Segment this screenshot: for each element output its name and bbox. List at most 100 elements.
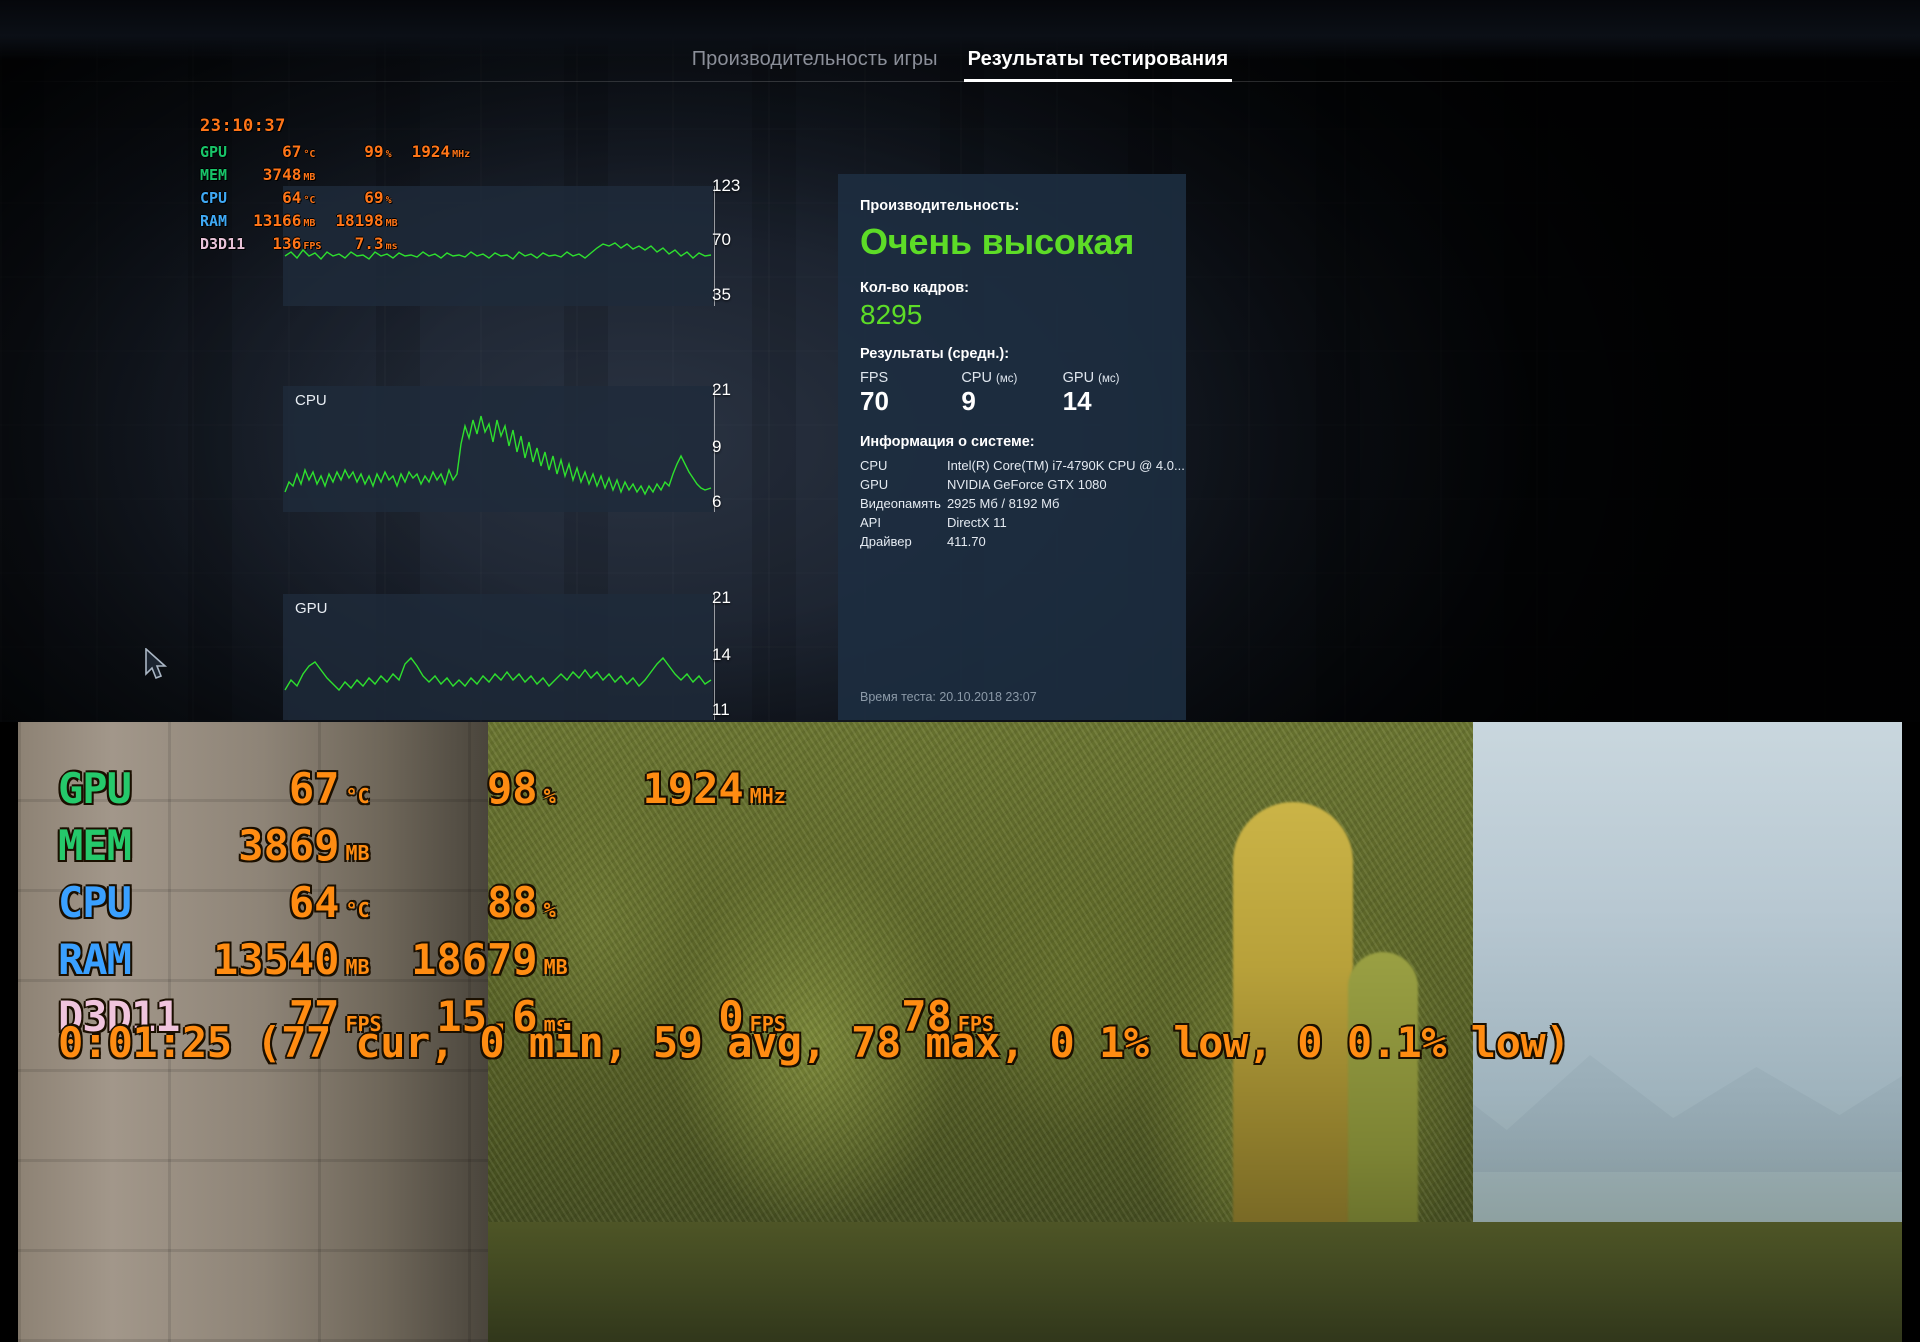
osd-small-gpu-temp-unit: °C (303, 149, 316, 160)
sysinfo-key-gpu: GPU (860, 477, 889, 492)
performance-verdict: Очень высокая (860, 221, 1135, 262)
osd-small-gpu-clock-unit: MHz (452, 149, 471, 160)
average-results-row: FPS 70 CPU (мс) 9 GPU (мс) 14 (860, 370, 1164, 416)
osd-small-fps: 136 (272, 234, 302, 253)
osd-big-label-gpu: GPU (58, 764, 132, 813)
gpu-graph-box: GPU (283, 594, 713, 720)
osd-small-gpu-clock: 1924 (411, 142, 451, 161)
osd-small-row-d3d11: D3D11 136 FPS 7.3 ms (200, 234, 484, 257)
fps-graph-tick-max: 123 (712, 176, 741, 195)
frames-count-label: Кол-во кадров: (860, 280, 969, 296)
metric-gpu: GPU (мс) 14 (1063, 370, 1164, 416)
osd-big-row-mem: MEM 3869 MB (58, 821, 1020, 878)
performance-label: Производительность: (860, 198, 1020, 214)
osd-small-mem-unit: MB (303, 172, 316, 183)
tab-game-performance[interactable]: Производительность игры (688, 46, 942, 82)
osd-big-ram-total-unit: MB (543, 955, 568, 979)
sysinfo-value-vram: 2925 Мб / 8192 Мб (946, 496, 1060, 511)
osd-big-label-mem: MEM (58, 821, 132, 870)
sysinfo-key-driver: Драйвер (860, 534, 912, 549)
ground (458, 1222, 1902, 1342)
osd-small-frametime: 7.3 (354, 234, 384, 253)
osd-big-table: GPU 67 °C 98 % 1924 MHz MEM 3869 MB CPU … (58, 764, 1020, 1049)
osd-big-label-ram: RAM (58, 935, 132, 984)
metric-cpu-name: CPU (мс) (961, 370, 1062, 386)
osd-benchmark-summary: 0:01:25 (77 cur, 0 min, 59 avg, 78 max, … (58, 1018, 1570, 1067)
osd-big-mem-unit: MB (345, 841, 370, 865)
osd-overlay-small: 23:10:37 GPU 67 °C 99 % 1924 MHz MEM 374… (200, 116, 484, 257)
osd-small-row-gpu: GPU 67 °C 99 % 1924 MHz (200, 142, 484, 165)
sysinfo-key-api: API (860, 515, 881, 530)
system-info-table: CPU Intel(R) Core(TM) i7-4790K CPU @ 4.0… (860, 456, 1185, 551)
metric-gpu-name-text: GPU (1062, 370, 1095, 386)
letterbox-right (1902, 722, 1920, 1342)
osd-big-row-ram: RAM 13540 MB 18679 MB (58, 935, 1020, 992)
cpu-graph-box: CPU (283, 386, 713, 512)
osd-small-cpu-temp-unit: °C (303, 195, 316, 206)
gpu-graph-line (284, 656, 712, 692)
gpu-graph-title: GPU (295, 600, 328, 617)
tabbar: Производительность игры Результаты тести… (0, 46, 1920, 82)
osd-small-label-mem: MEM (200, 166, 228, 184)
osd-big-ram-used-unit: MB (345, 955, 370, 979)
osd-big-cpu-temp: 64 (288, 878, 340, 927)
metric-fps-name-text: FPS (860, 370, 889, 386)
metric-cpu-unit: (мс) (995, 373, 1018, 385)
osd-small-cpu-load-unit: % (385, 195, 392, 206)
osd-small-fps-unit: FPS (303, 241, 322, 252)
osd-big-gpu-clock-unit: MHz (749, 784, 786, 808)
metric-gpu-unit: (мс) (1098, 373, 1120, 385)
osd-small-table: GPU 67 °C 99 % 1924 MHz MEM 3748 MB CPU … (200, 142, 484, 257)
gpu-graph-tick-mid: 14 (712, 645, 731, 664)
osd-small-label-cpu: CPU (200, 189, 228, 207)
osd-small-label-d3d11: D3D11 (200, 235, 246, 253)
tab-test-results[interactable]: Результаты тестирования (963, 46, 1233, 82)
osd-big-gpu-temp-unit: °C (345, 784, 370, 808)
osd-small-label-gpu: GPU (200, 143, 228, 161)
osd-small-ram-used-unit: MB (303, 218, 316, 229)
fps-graph-tick-min: 35 (712, 285, 731, 304)
sysinfo-row-vram: Видеопамять 2925 Мб / 8192 Мб (860, 494, 1185, 513)
osd-big-row-gpu: GPU 67 °C 98 % 1924 MHz (58, 764, 1020, 821)
sysinfo-row-driver: Драйвер 411.70 (860, 532, 1185, 551)
metric-cpu-value: 9 (961, 386, 976, 416)
osd-small-mem-value: 3748 (262, 165, 302, 184)
osd-small-row-cpu: CPU 64 °C 69 % (200, 188, 484, 211)
system-info-label: Информация о системе: (860, 434, 1035, 450)
metric-fps-value: 70 (860, 386, 889, 416)
metric-fps: FPS 70 (860, 370, 961, 416)
cpu-graph-tick-max: 21 (712, 380, 731, 399)
osd-big-gpu-load-unit: % (543, 784, 556, 808)
osd-small-row-ram: RAM 13166 MB 18198 MB (200, 211, 484, 234)
osd-big-mem-value: 3869 (238, 821, 340, 870)
osd-small-row-mem: MEM 3748 MB (200, 165, 484, 188)
osd-clock: 23:10:37 (200, 116, 286, 136)
results-panel: Производительность: Очень высокая Кол-во… (838, 174, 1186, 720)
sysinfo-value-api: DirectX 11 (946, 515, 1007, 530)
osd-small-ram-total-unit: MB (385, 218, 398, 229)
mouse-cursor-icon (144, 647, 170, 687)
cpu-graph-tick-mid: 9 (712, 437, 722, 456)
cpu-graph-title: CPU (295, 392, 327, 409)
osd-big-cpu-load-unit: % (543, 898, 556, 922)
osd-small-gpu-temp: 67 (282, 142, 302, 161)
frames-count-value: 8295 (860, 299, 923, 330)
metric-gpu-name: GPU (мс) (1063, 370, 1164, 386)
osd-small-gpu-load: 99 (364, 142, 384, 161)
osd-big-cpu-load: 88 (486, 878, 538, 927)
letterbox-left (0, 722, 18, 1342)
osd-big-gpu-clock: 1924 (642, 764, 744, 813)
cpu-graph-line (284, 415, 712, 496)
osd-small-ram-used: 13166 (253, 211, 302, 230)
osd-small-frametime-unit: ms (385, 241, 398, 252)
osd-big-ram-used: 13540 (213, 935, 340, 984)
osd-small-gpu-load-unit: % (385, 149, 392, 160)
sysinfo-row-gpu: GPU NVIDIA GeForce GTX 1080 (860, 475, 1185, 494)
osd-big-label-cpu: CPU (58, 878, 132, 927)
sysinfo-key-vram: Видеопамять (860, 496, 941, 511)
osd-overlay-large: GPU 67 °C 98 % 1924 MHz MEM 3869 MB CPU … (58, 764, 1020, 1049)
cpu-graph-tick-min: 6 (712, 492, 722, 511)
sysinfo-row-cpu: CPU Intel(R) Core(TM) i7-4790K CPU @ 4.0… (860, 456, 1185, 475)
test-time-label: Время теста: 20.10.2018 23:07 (860, 690, 1037, 704)
metric-fps-name: FPS (860, 370, 961, 386)
